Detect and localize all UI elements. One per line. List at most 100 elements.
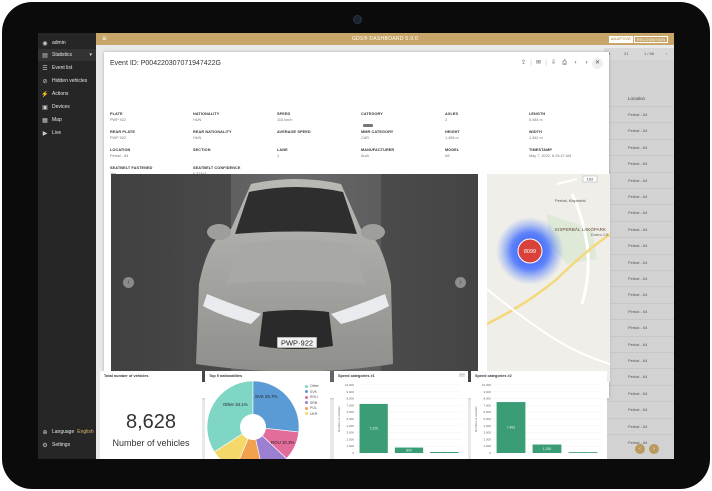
sidebar-item-map[interactable]: ▦ Map bbox=[38, 114, 96, 126]
download-icon[interactable]: ⇩ bbox=[548, 58, 559, 69]
top-bar: ≡ GDS® DASHBOARD 5.9.0 ADAPTIVE RECOGNIT… bbox=[96, 33, 674, 45]
globe-icon: ⊕ bbox=[42, 429, 48, 436]
prev-icon[interactable]: ‹ bbox=[570, 58, 581, 69]
table-row[interactable]: Perkal - 64 bbox=[604, 335, 674, 352]
field-label: REAR NATIONALITY bbox=[193, 130, 232, 134]
total-vehicles-value: 8,628 bbox=[125, 411, 177, 433]
pie-label-svk: SVK 26.7% bbox=[255, 394, 278, 399]
table-row[interactable]: Perkal - 64 bbox=[604, 352, 674, 368]
back-button[interactable]: ‹ bbox=[635, 444, 645, 454]
sidebar-item-settings[interactable]: ⚙ Settings bbox=[38, 439, 96, 451]
table-row[interactable]: Perkal - 64 bbox=[604, 368, 674, 384]
screen: ◉ admin ▤ Statistics ▾ ☰ Event list ⊘ Hi… bbox=[38, 33, 674, 459]
map-marker-count: 8099 bbox=[524, 249, 536, 255]
sidebar-item-statistics[interactable]: ▤ Statistics ▾ bbox=[38, 49, 96, 61]
y-tick-label: 10,000 bbox=[345, 383, 355, 387]
legend-item-svk[interactable]: SVK bbox=[305, 390, 317, 394]
photo-prev-button[interactable]: ‹ bbox=[123, 277, 134, 288]
field-label: MMR CATEGORY bbox=[361, 130, 394, 134]
legend-label: SRB bbox=[310, 400, 318, 405]
field-average-speed: AVERAGE SPEED bbox=[277, 130, 357, 136]
field-timestamp: TIMESTAMP May 7, 2022, 6:19:47 AM bbox=[529, 148, 609, 158]
table-row[interactable]: Perkal - 64 bbox=[604, 155, 674, 171]
table-row[interactable]: Perkal - 64 bbox=[604, 319, 674, 335]
next-icon[interactable]: › bbox=[581, 58, 592, 69]
sidebar-item-label: Hidden vehicles bbox=[52, 78, 88, 84]
camera-icon bbox=[353, 15, 362, 24]
eye-off-icon: ⊘ bbox=[42, 78, 48, 85]
table-row[interactable]: Perkal - 64 bbox=[604, 138, 674, 155]
field-label: LANE bbox=[277, 148, 288, 152]
field-label: SEATBELT FASTENED bbox=[110, 166, 153, 170]
legend-label: UKR bbox=[310, 411, 318, 416]
photo-next-button[interactable]: › bbox=[455, 277, 466, 288]
field-value: 115 km/h bbox=[277, 118, 293, 122]
sidebar: ◉ admin ▤ Statistics ▾ ☰ Event list ⊘ Hi… bbox=[38, 33, 96, 459]
table-row[interactable]: Perkal - 64 bbox=[604, 237, 674, 253]
vehicle-illustration: PWP·922 bbox=[111, 174, 478, 382]
sidebar-item-label: Map bbox=[52, 117, 62, 123]
table-row[interactable]: Perkal - 64 bbox=[604, 253, 674, 270]
column-header-location[interactable]: Location bbox=[604, 92, 674, 106]
share-icon[interactable]: ⇪ bbox=[518, 58, 529, 69]
map-canvas: 102 Perbal, Kisperbál KISPERBÁL LAKÓPARK… bbox=[487, 174, 610, 382]
sidebar-item-actions[interactable]: ⚡ Actions bbox=[38, 88, 96, 100]
y-tick-label: 4,000 bbox=[483, 424, 491, 428]
field-value: 1.962 m bbox=[529, 136, 543, 140]
field-speed: SPEED 115 km/h bbox=[277, 112, 357, 122]
field-label: NATIONALITY bbox=[193, 112, 220, 116]
sidebar-item-language[interactable]: ⊕ Language English bbox=[38, 426, 96, 438]
table-row[interactable]: Perkal - 64 bbox=[604, 286, 674, 302]
legend-item-srb[interactable]: SRB bbox=[305, 401, 317, 405]
legend-item-ukr[interactable]: UKR bbox=[305, 412, 317, 416]
table-row[interactable]: Perkal - 64 bbox=[604, 302, 674, 319]
print-icon[interactable]: ⎙ bbox=[559, 58, 570, 69]
legend-swatch bbox=[305, 390, 308, 393]
legend-item-pol[interactable]: POL bbox=[305, 406, 317, 410]
field-value: PWP 922 bbox=[110, 136, 126, 140]
table-row[interactable]: Perkal - 64 bbox=[604, 417, 674, 434]
field-value: 1 bbox=[277, 154, 280, 158]
sidebar-item-label: Devices bbox=[52, 104, 70, 110]
field-model: MODEL A6 bbox=[445, 148, 525, 158]
field-label: AXLES bbox=[445, 112, 459, 116]
sidebar-item-devices[interactable]: ▣ Devices bbox=[38, 101, 96, 113]
field-value: Perkal - 64 bbox=[110, 154, 129, 158]
table-row[interactable]: Perkal - 64 bbox=[604, 188, 674, 204]
table-row[interactable]: Perkal - 64 bbox=[604, 384, 674, 401]
speed2-bar-label: 1,250 bbox=[543, 447, 552, 451]
sidebar-item-live[interactable]: ▶ Live bbox=[38, 127, 96, 139]
field-value: 2 bbox=[445, 118, 448, 122]
sidebar-item-event-list[interactable]: ☰ Event list bbox=[38, 62, 96, 74]
table-row[interactable]: Perkal - 64 bbox=[604, 122, 674, 138]
legend-label: Other bbox=[310, 384, 319, 388]
table-row[interactable]: Perkal - 64 bbox=[604, 270, 674, 286]
email-icon[interactable]: ✉ bbox=[533, 58, 544, 69]
page-size[interactable]: 21 bbox=[624, 51, 628, 56]
table-row[interactable]: Perkal - 64 bbox=[604, 171, 674, 188]
sidebar-user[interactable]: ◉ admin bbox=[38, 37, 96, 49]
settings-label: Settings bbox=[52, 442, 71, 448]
table-row[interactable]: Perkal - 64 bbox=[604, 220, 674, 237]
legend-item-other[interactable]: Other bbox=[305, 384, 319, 388]
table-controls: ▾ 21 1 / 66 › bbox=[604, 48, 674, 60]
field-mmr-category: MMR CATEGORY CAR bbox=[361, 130, 441, 140]
location-map[interactable]: 102 Perbal, Kisperbál KISPERBÁL LAKÓPARK… bbox=[487, 174, 610, 382]
legend-item-rou[interactable]: ROU bbox=[305, 395, 318, 399]
speed1-bar-label: 800 bbox=[406, 448, 412, 452]
sidebar-item-label: Event list bbox=[52, 65, 73, 71]
sidebar-item-hidden-vehicles[interactable]: ⊘ Hidden vehicles bbox=[38, 75, 96, 87]
y-tick-label: 6,000 bbox=[346, 410, 354, 414]
forward-button[interactable]: › bbox=[649, 444, 659, 454]
legend-label: SVK bbox=[310, 389, 318, 394]
field-axles: AXLES 2 bbox=[445, 112, 525, 122]
chevron-right-icon[interactable]: › bbox=[666, 51, 667, 56]
table-row[interactable]: Perkal - 64 bbox=[604, 401, 674, 417]
table-row[interactable]: Perkal - 64 bbox=[604, 204, 674, 220]
legend-swatch bbox=[305, 384, 308, 388]
field-height: HEIGHT 1.498 m bbox=[445, 130, 525, 140]
nationalities-panel: Top 5 nationalities Other 34.1% SVK 26.7… bbox=[205, 371, 330, 459]
table-row[interactable]: Perkal - 64 bbox=[604, 106, 674, 122]
speed2-bar-label: 120 bbox=[580, 449, 586, 453]
close-icon[interactable]: ✕ bbox=[592, 58, 603, 69]
